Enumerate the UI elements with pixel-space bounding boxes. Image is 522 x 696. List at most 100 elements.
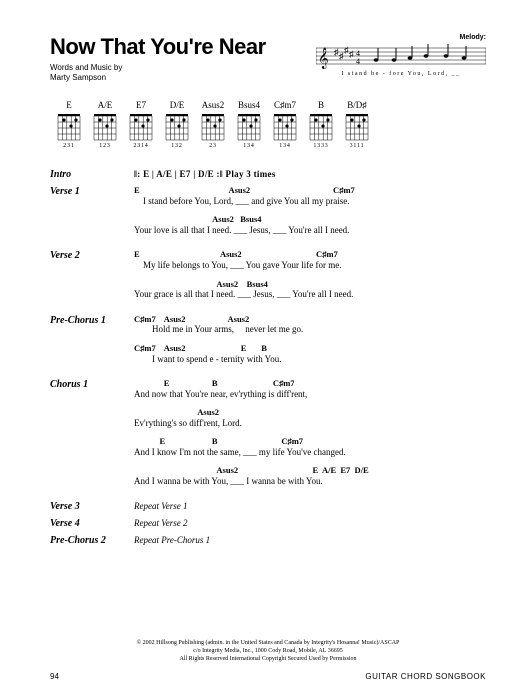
song-title: Now That You're Near bbox=[50, 34, 266, 60]
chord-fingers: 231 bbox=[63, 143, 74, 149]
chord-line: Asus2 Bsus4 bbox=[134, 215, 486, 225]
chord-fingers: 134 bbox=[279, 143, 290, 149]
chord-fingers: 134 bbox=[243, 143, 254, 149]
line-group: E Asus2 C♯m7 My life belongs to You, ___… bbox=[134, 250, 486, 270]
section-body: ‖: E | A/E | E7 | D/E :‖ Play 3 times bbox=[134, 169, 486, 180]
chord-name: C♯m7 bbox=[274, 100, 296, 110]
chord-name: B bbox=[318, 100, 324, 110]
section: Intro ‖: E | A/E | E7 | D/E :‖ Play 3 tim… bbox=[50, 169, 486, 180]
chord-diagram: B/D♯ 3111 bbox=[344, 100, 370, 149]
line-group: Asus2 Bsus4Your grace is all that I need… bbox=[134, 280, 486, 300]
chord-line: E Asus2 C♯m7 bbox=[134, 186, 486, 196]
chord-diagram: Bsus4 134 bbox=[236, 100, 262, 149]
byline: Words and Music by Marty Sampson bbox=[50, 63, 266, 82]
lyric-line: And I know I'm not the same, ___ my life… bbox=[134, 447, 486, 457]
section-body: E Asus2 C♯m7 I stand before You, Lord, _… bbox=[134, 186, 486, 244]
svg-text:𝄞: 𝄞 bbox=[318, 48, 329, 69]
chord-fingers: 132 bbox=[171, 143, 182, 149]
lyric-line: Your love is all that I need. ___ Jesus,… bbox=[134, 225, 486, 235]
chord-diagram: B 1333 bbox=[308, 100, 334, 149]
chord-line: Asus2 E A/E E7 D/E bbox=[134, 466, 486, 476]
lyric-line: And I wanna be with You, ___ I wanna be … bbox=[134, 476, 486, 486]
section-body: E B C♯m7And now that You're near, ev'ryt… bbox=[134, 379, 486, 495]
section-label: Pre-Chorus 2 bbox=[50, 535, 126, 546]
lyric-line: My life belongs to You, ___ You gave You… bbox=[134, 260, 486, 270]
section-body: Repeat Verse 1 bbox=[134, 501, 486, 512]
section-label: Verse 2 bbox=[50, 250, 126, 308]
section-label: Verse 4 bbox=[50, 518, 126, 529]
section-body: C♯m7 Asus2 Asus2 Hold me in Your arms, n… bbox=[134, 315, 486, 373]
section-label: Pre-Chorus 1 bbox=[50, 315, 126, 373]
page-number: 94 bbox=[50, 672, 59, 682]
book-label: GUITAR CHORD SONGBOOK bbox=[365, 672, 486, 682]
chord-line: Asus2 Bsus4 bbox=[134, 280, 486, 290]
footer: © 2002 Hillsong Publishing (admin. in th… bbox=[50, 640, 486, 682]
section: Verse 2 E Asus2 C♯m7 My life belongs to Y… bbox=[50, 250, 486, 308]
chord-line: Asus2 bbox=[134, 408, 486, 418]
copyright: © 2002 Hillsong Publishing (admin. in th… bbox=[50, 640, 486, 663]
chord-diagram: A/E123 bbox=[92, 100, 118, 149]
chord-diagram: E 231 bbox=[56, 100, 82, 149]
section-body: Repeat Verse 2 bbox=[134, 518, 486, 529]
chord-diagrams: E231A/E123E72314D/E132Asus223Bsus4134C♯m… bbox=[56, 100, 486, 149]
lyric-line: Your grace is all that I need. ___ Jesus… bbox=[134, 289, 486, 299]
chord-fingers: 3111 bbox=[350, 143, 365, 149]
chord-line: E B C♯m7 bbox=[134, 437, 486, 447]
chord-fingers: 23 bbox=[209, 143, 217, 149]
chord-line: E Asus2 C♯m7 bbox=[134, 250, 486, 260]
line-group: Asus2 E A/E E7 D/EAnd I wanna be with Yo… bbox=[134, 466, 486, 486]
melody-staff: 𝄞 ♯ ♯ ♯ ♯ 4 4 bbox=[316, 42, 486, 70]
lyric-line: Hold me in Your arms, never let me go. bbox=[134, 324, 486, 334]
melody-block: Melody: 𝄞 ♯ ♯ ♯ ♯ bbox=[316, 34, 486, 77]
lyric-line: I stand before You, Lord, ___ and give Y… bbox=[134, 196, 486, 206]
chord-line: E B C♯m7 bbox=[134, 379, 486, 389]
line-group: C♯m7 Asus2 Asus2 Hold me in Your arms, n… bbox=[134, 315, 486, 335]
melody-label: Melody: bbox=[316, 34, 486, 41]
intro-text: ‖: E | A/E | E7 | D/E :‖ Play 3 times bbox=[134, 169, 276, 179]
chord-diagram: D/E 132 bbox=[164, 100, 190, 149]
section-label: Chorus 1 bbox=[50, 379, 126, 495]
chord-line: C♯m7 Asus2 Asus2 bbox=[134, 315, 486, 325]
song-content: Intro ‖: E | A/E | E7 | D/E :‖ Play 3 tim… bbox=[50, 169, 486, 546]
repeat-text: Repeat Verse 2 bbox=[134, 518, 187, 528]
header: Now That You're Near Words and Music by … bbox=[50, 34, 486, 82]
chord-name: E bbox=[66, 100, 72, 110]
repeat-text: Repeat Pre-Chorus 1 bbox=[134, 535, 210, 545]
section: Pre-Chorus 1 C♯m7 Asus2 Asus2 Hold me in … bbox=[50, 315, 486, 373]
chord-diagram: Asus2 23 bbox=[200, 100, 226, 149]
section-label: Intro bbox=[50, 169, 126, 180]
chord-diagram: C♯m7 134 bbox=[272, 100, 298, 149]
line-group: E B C♯m7And I know I'm not the same, ___… bbox=[134, 437, 486, 457]
chord-name: Bsus4 bbox=[238, 100, 260, 110]
melody-lyrics: I stand be - fore You, Lord, __ bbox=[316, 71, 486, 77]
section-label: Verse 1 bbox=[50, 186, 126, 244]
chord-fingers: 1333 bbox=[313, 143, 328, 149]
section: Verse 1 E Asus2 C♯m7 I stand before You, … bbox=[50, 186, 486, 244]
lyric-line: And now that You're near, ev'rything is … bbox=[134, 389, 486, 399]
section: Verse 3 Repeat Verse 1 bbox=[50, 501, 486, 512]
chord-fingers: 2314 bbox=[133, 143, 148, 149]
songbook-page: Now That You're Near Words and Music by … bbox=[0, 0, 522, 696]
svg-text:4: 4 bbox=[356, 57, 360, 66]
section-label: Verse 3 bbox=[50, 501, 126, 512]
line-group: E B C♯m7And now that You're near, ev'ryt… bbox=[134, 379, 486, 399]
section-body: Repeat Pre-Chorus 1 bbox=[134, 535, 486, 546]
section: Pre-Chorus 2 Repeat Pre-Chorus 1 bbox=[50, 535, 486, 546]
chord-name: Asus2 bbox=[202, 100, 225, 110]
line-group: C♯m7 Asus2 E B I want to spend e - terni… bbox=[134, 344, 486, 364]
chord-name: B/D♯ bbox=[347, 100, 367, 110]
line-group: Asus2 Bsus4Your love is all that I need.… bbox=[134, 215, 486, 235]
line-group: Asus2Ev'rything's so diff'rent, Lord. bbox=[134, 408, 486, 428]
chord-name: D/E bbox=[170, 100, 185, 110]
section: Verse 4 Repeat Verse 2 bbox=[50, 518, 486, 529]
repeat-text: Repeat Verse 1 bbox=[134, 501, 187, 511]
chord-diagram: E7 2314 bbox=[128, 100, 154, 149]
chord-line: C♯m7 Asus2 E B bbox=[134, 344, 486, 354]
line-group: E Asus2 C♯m7 I stand before You, Lord, _… bbox=[134, 186, 486, 206]
lyric-line: I want to spend e - ternity with You. bbox=[134, 354, 486, 364]
lyric-line: Ev'rything's so diff'rent, Lord. bbox=[134, 418, 486, 428]
chord-fingers: 123 bbox=[99, 143, 110, 149]
chord-name: E7 bbox=[136, 100, 146, 110]
section-body: E Asus2 C♯m7 My life belongs to You, ___… bbox=[134, 250, 486, 308]
footer-bottom: 94 GUITAR CHORD SONGBOOK bbox=[50, 672, 486, 682]
